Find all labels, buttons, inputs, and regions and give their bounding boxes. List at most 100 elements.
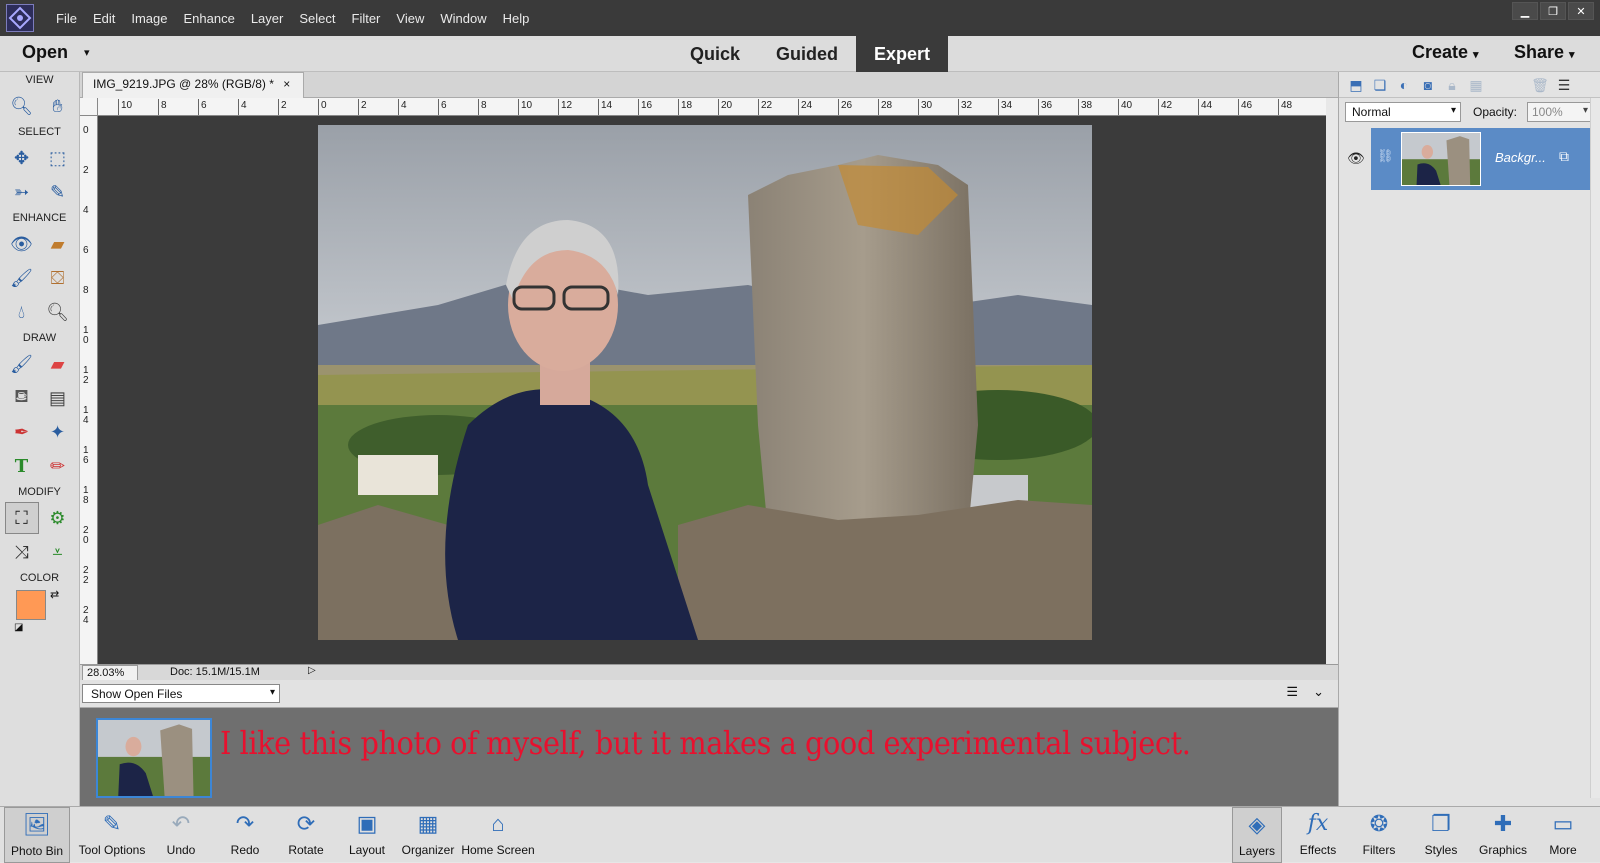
crop-tool-icon[interactable]: ⛶: [4, 502, 39, 534]
straighten-tool-icon[interactable]: ⩡: [41, 536, 75, 568]
hand-tool-icon[interactable]: ✋︎: [41, 90, 75, 122]
styles-button[interactable]: ❐ Styles: [1416, 807, 1466, 863]
menu-file[interactable]: File: [48, 11, 85, 26]
clone-stamp-tool-icon[interactable]: ⛋: [41, 262, 75, 294]
quick-selection-tool-icon[interactable]: ✎: [41, 176, 75, 208]
layer-row-background[interactable]: 👁︎ ⛓︎ Backgr... ⧉: [1347, 128, 1595, 190]
opacity-value: 100%: [1532, 105, 1563, 119]
status-menu-arrow-icon[interactable]: ▷: [308, 665, 316, 676]
spot-healing-tool-icon[interactable]: ▰: [41, 228, 75, 260]
type-tool-icon[interactable]: T: [5, 450, 39, 482]
bin-menu-icon[interactable]: ☰: [1286, 684, 1298, 700]
menu-edit[interactable]: Edit: [85, 11, 123, 26]
restore-icon[interactable]: ❐: [1540, 2, 1566, 20]
move-tool-icon[interactable]: ✥: [5, 142, 39, 174]
red-eye-tool-icon[interactable]: 👁︎: [5, 228, 39, 260]
menu-enhance[interactable]: Enhance: [176, 11, 243, 26]
document-photo[interactable]: [318, 125, 1092, 640]
menu-image[interactable]: Image: [123, 11, 175, 26]
foreground-color[interactable]: [16, 590, 46, 620]
app-logo-icon[interactable]: [6, 4, 34, 32]
organizer-button[interactable]: ▦ Organizer: [400, 807, 456, 863]
new-layer-icon[interactable]: ⬒: [1347, 76, 1365, 94]
home-screen-button[interactable]: ⌂ Home Screen: [458, 807, 538, 863]
document-size: Doc: 15.1M/15.1M: [170, 666, 260, 678]
color-swatch: ⇄ ◪: [14, 588, 74, 640]
ruler-h-tick-label: 38: [1081, 100, 1093, 111]
menu-filter[interactable]: Filter: [344, 11, 389, 26]
blur-tool-icon[interactable]: 💧︎: [5, 296, 39, 328]
swap-colors-icon[interactable]: ⇄: [50, 588, 59, 601]
lasso-tool-icon[interactable]: ➳: [5, 176, 39, 208]
effects-button[interactable]: fx Effects: [1292, 807, 1344, 863]
tool-options-button[interactable]: ✎ Tool Options: [72, 807, 152, 863]
smart-brush-tool-icon[interactable]: 🖌︎: [5, 262, 39, 294]
more-button[interactable]: ▭ More: [1538, 807, 1588, 863]
layout-button[interactable]: ▣ Layout: [342, 807, 392, 863]
brush-tool-icon[interactable]: 🖌︎: [5, 348, 39, 380]
delete-layer-icon[interactable]: 🗑︎: [1531, 76, 1549, 94]
tab-expert[interactable]: Expert: [856, 36, 949, 72]
document-tab[interactable]: IMG_9219.JPG @ 28% (RGB/8) * ×: [82, 72, 304, 98]
ruler-h-tick-label: 26: [841, 100, 853, 111]
blend-mode-select[interactable]: Normal ▾: [1345, 102, 1461, 122]
more-icon: ▭: [1552, 811, 1574, 836]
undo-button[interactable]: ↶ Undo: [156, 807, 206, 863]
custom-shape-tool-icon[interactable]: ✦: [41, 416, 75, 448]
bin-caption-text: I like this photo of myself, but it make…: [220, 724, 1191, 762]
menu-layer[interactable]: Layer: [243, 11, 292, 26]
redo-button[interactable]: ↷ Redo: [220, 807, 270, 863]
default-colors-icon[interactable]: ◪: [14, 622, 23, 633]
panel-menu-icon[interactable]: ☰: [1555, 76, 1573, 94]
open-button[interactable]: Open: [22, 42, 68, 63]
sponge-tool-icon[interactable]: 🔍︎: [41, 296, 75, 328]
graphics-label: Graphics: [1478, 843, 1528, 857]
zoom-tool-icon[interactable]: 🔍︎: [5, 90, 39, 122]
link-icon[interactable]: ⛓︎: [1377, 148, 1394, 164]
marquee-tool-icon[interactable]: ⬚: [41, 142, 75, 174]
adjustment-layer-icon[interactable]: ◐: [1395, 76, 1413, 94]
close-icon[interactable]: ✕: [1568, 2, 1594, 20]
filters-button[interactable]: ❂ Filters: [1354, 807, 1404, 863]
layers-scrollbar[interactable]: [1590, 98, 1600, 798]
ruler-h-tick-line: [958, 99, 959, 115]
close-tab-icon[interactable]: ×: [283, 77, 290, 91]
menu-window[interactable]: Window: [432, 11, 494, 26]
new-group-icon[interactable]: ❏: [1371, 76, 1389, 94]
section-draw: DRAW: [22, 332, 57, 344]
menu-help[interactable]: Help: [495, 11, 538, 26]
vertical-scrollbar[interactable]: [1326, 98, 1338, 664]
menu-view[interactable]: View: [388, 11, 432, 26]
menu-select[interactable]: Select: [291, 11, 343, 26]
canvas-area[interactable]: [98, 116, 1326, 664]
create-button[interactable]: Create ▾: [1412, 42, 1479, 63]
ruler-h-tick-label: 10: [521, 100, 533, 111]
graphics-button[interactable]: ✚ Graphics: [1474, 807, 1532, 863]
lock-icon[interactable]: 🔒︎: [1443, 76, 1461, 94]
gradient-tool-icon[interactable]: ▤: [41, 382, 75, 414]
layers-button[interactable]: ◈ Layers: [1232, 807, 1282, 863]
lock-all-icon[interactable]: ▦: [1467, 76, 1485, 94]
bin-thumbnail[interactable]: [96, 718, 212, 798]
show-open-files-select[interactable]: Show Open Files ▾: [82, 684, 280, 703]
paint-bucket-tool-icon[interactable]: ⛾: [5, 382, 39, 414]
collapse-bin-icon[interactable]: ⌄: [1313, 684, 1324, 700]
pencil-tool-icon[interactable]: ✏︎: [41, 450, 75, 482]
visibility-eye-icon[interactable]: 👁︎: [1347, 150, 1365, 167]
ruler-h-tick-line: [798, 99, 799, 115]
share-button[interactable]: Share ▾: [1514, 42, 1575, 63]
minimize-icon[interactable]: ▁: [1512, 2, 1538, 20]
open-dropdown-icon[interactable]: ▾: [84, 46, 90, 59]
opacity-field[interactable]: 100% ▾: [1527, 102, 1593, 122]
ruler-h-tick-line: [358, 99, 359, 115]
recompose-tool-icon[interactable]: ⚙︎: [41, 502, 75, 534]
zoom-level-field[interactable]: 28.03%: [82, 665, 138, 681]
content-aware-move-tool-icon[interactable]: ⤨: [5, 536, 39, 568]
eraser-tool-icon[interactable]: ▰: [41, 348, 75, 380]
photo-bin-button[interactable]: 🖼︎ Photo Bin: [4, 807, 70, 863]
rotate-button[interactable]: ⟳ Rotate: [280, 807, 332, 863]
tab-quick[interactable]: Quick: [672, 36, 758, 72]
tab-guided[interactable]: Guided: [758, 36, 856, 72]
layer-mask-icon[interactable]: ◙: [1419, 76, 1437, 94]
eyedropper-tool-icon[interactable]: ✒: [5, 416, 39, 448]
